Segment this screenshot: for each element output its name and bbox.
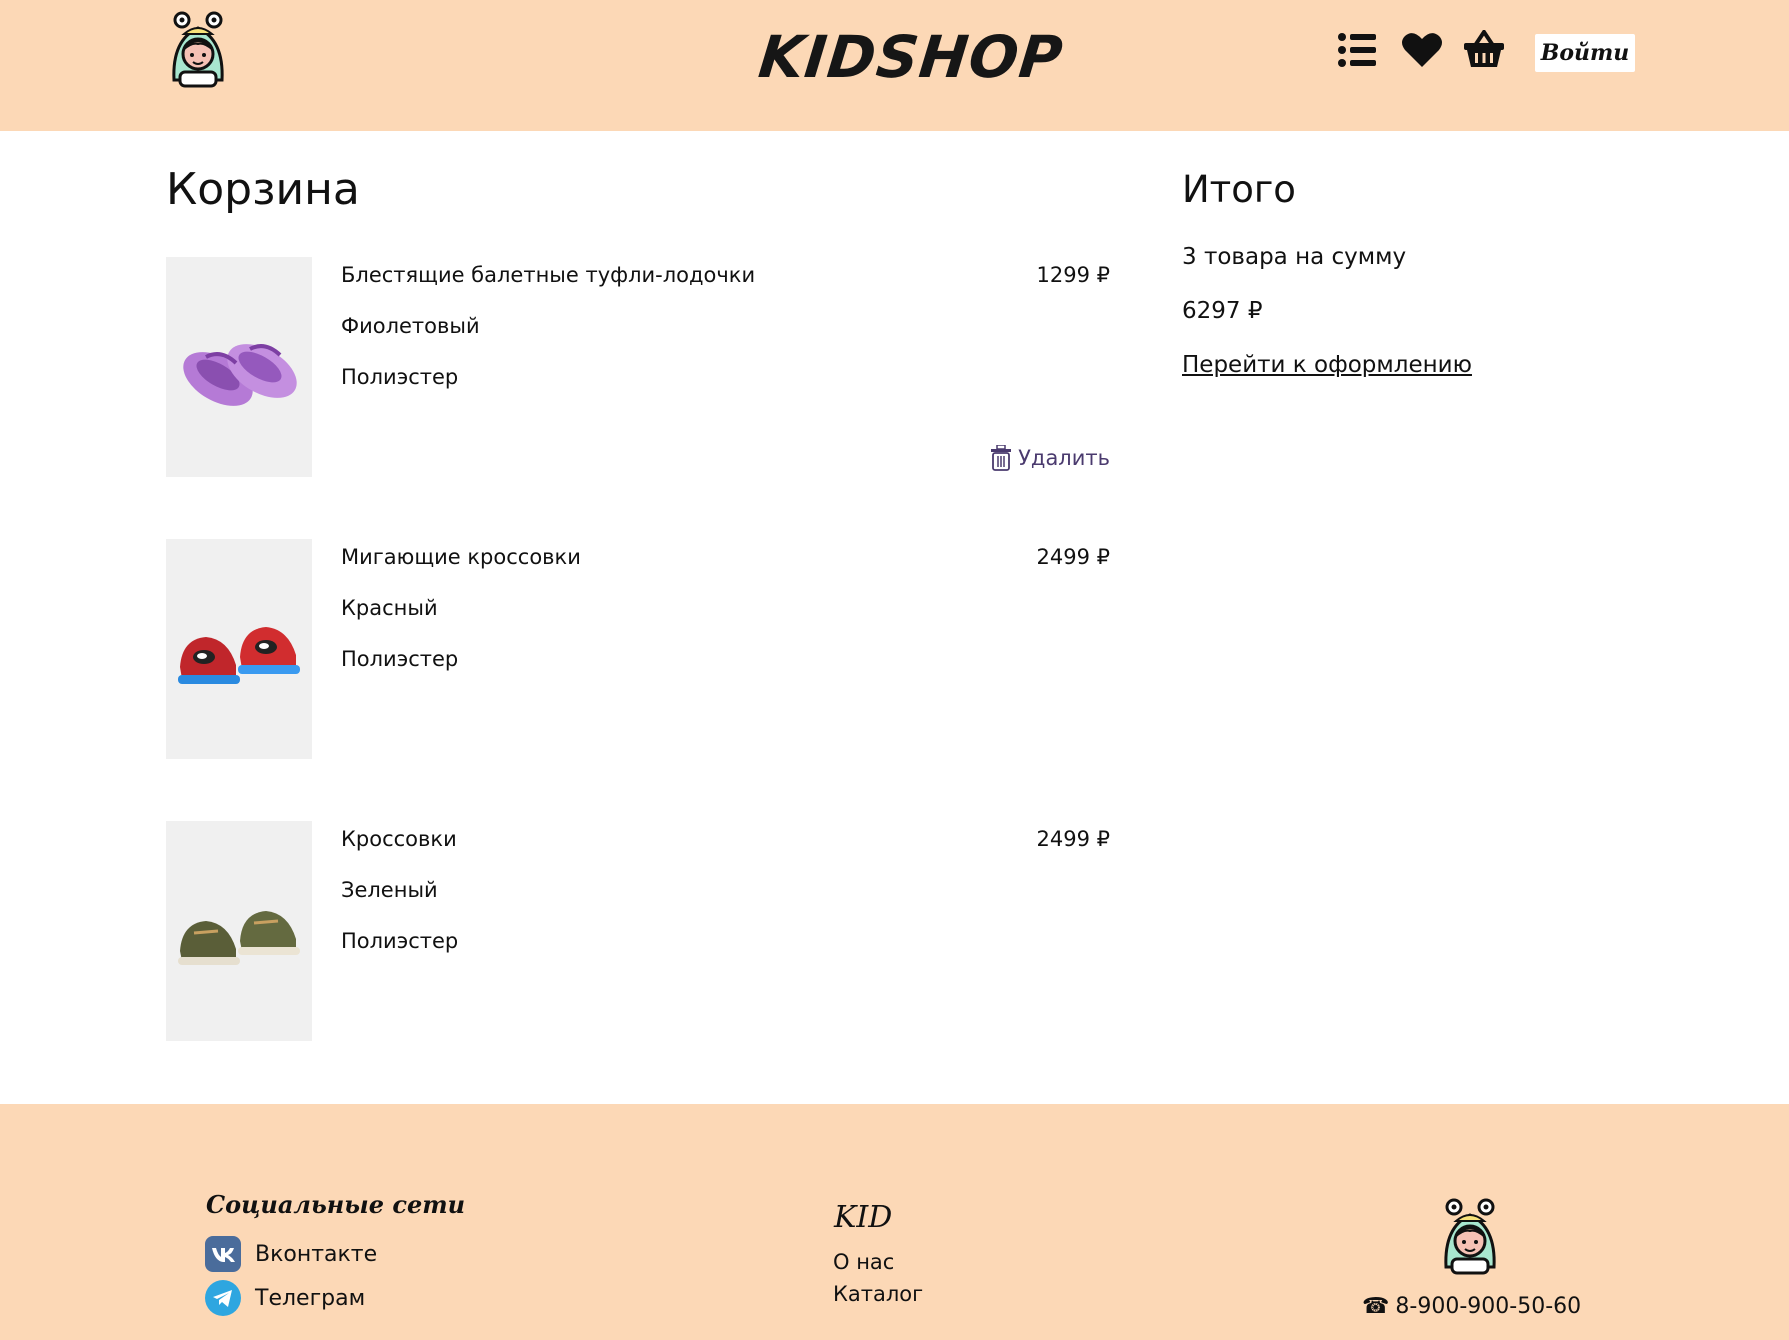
social-link-telegram[interactable]: Телеграм — [205, 1280, 365, 1316]
product-image[interactable] — [166, 257, 312, 477]
login-button[interactable]: Войти — [1535, 34, 1635, 72]
social-heading: Социальные сети — [206, 1190, 466, 1219]
product-image[interactable] — [166, 539, 312, 759]
summary-total: 6297 ₽ — [1182, 298, 1263, 324]
delete-button[interactable]: Удалить — [990, 445, 1110, 471]
green-sneakers-image — [178, 911, 300, 965]
product-image[interactable] — [166, 821, 312, 1041]
checkout-link[interactable]: Перейти к оформлению — [1182, 352, 1472, 378]
social-label: Телеграм — [255, 1285, 366, 1311]
delete-label: Удалить — [1018, 446, 1110, 470]
product-material: Полиэстер — [341, 365, 459, 389]
list-icon[interactable] — [1336, 30, 1380, 70]
product-material: Полиэстер — [341, 647, 459, 671]
product-material: Полиэстер — [341, 929, 459, 953]
site-header: KIDSHOP Войти — [0, 0, 1789, 131]
product-price: 1299 ₽ — [1036, 263, 1110, 287]
product-name[interactable]: Кроссовки — [341, 827, 457, 851]
red-sneakers-image — [178, 627, 300, 684]
trash-icon — [991, 445, 1012, 471]
product-color: Зеленый — [341, 878, 438, 902]
footer-link-about[interactable]: О нас — [833, 1250, 894, 1274]
social-label: Вконтакте — [255, 1241, 378, 1267]
mascot-icon — [1444, 1198, 1496, 1275]
cart-item: Мигающие кроссовки Красный Полиэстер 249… — [166, 539, 1110, 759]
footer-brand: KID — [834, 1200, 893, 1235]
ballet-flats-image — [183, 344, 297, 406]
phone-icon: ☎ — [1362, 1294, 1390, 1319]
heart-icon[interactable] — [1400, 30, 1444, 70]
summary-count: 3 товара на сумму — [1182, 244, 1407, 270]
summary-title: Итого — [1182, 168, 1296, 211]
cart-item: Кроссовки Зеленый Полиэстер 2499 ₽ — [166, 821, 1110, 1041]
phone-number: 8-900-900-50-60 — [1395, 1294, 1582, 1319]
product-price: 2499 ₽ — [1036, 827, 1110, 851]
brand-logo[interactable]: KIDSHOP — [752, 22, 1069, 92]
product-price: 2499 ₽ — [1036, 545, 1110, 569]
page-title: Корзина — [166, 164, 360, 215]
vk-icon — [205, 1236, 241, 1272]
product-name[interactable]: Мигающие кроссовки — [341, 545, 581, 569]
phone-contact[interactable]: ☎ 8-900-900-50-60 — [1362, 1294, 1581, 1319]
social-link-vk[interactable]: Вконтакте — [205, 1236, 377, 1272]
cart-item: Блестящие балетные туфли-лодочки Фиолето… — [166, 257, 1110, 477]
mascot-logo-icon[interactable] — [168, 10, 228, 90]
basket-icon[interactable] — [1462, 30, 1506, 70]
product-color: Красный — [341, 596, 438, 620]
telegram-icon — [205, 1280, 241, 1316]
product-name[interactable]: Блестящие балетные туфли-лодочки — [341, 263, 755, 287]
footer-link-catalog[interactable]: Каталог — [833, 1282, 923, 1306]
product-color: Фиолетовый — [341, 314, 480, 338]
